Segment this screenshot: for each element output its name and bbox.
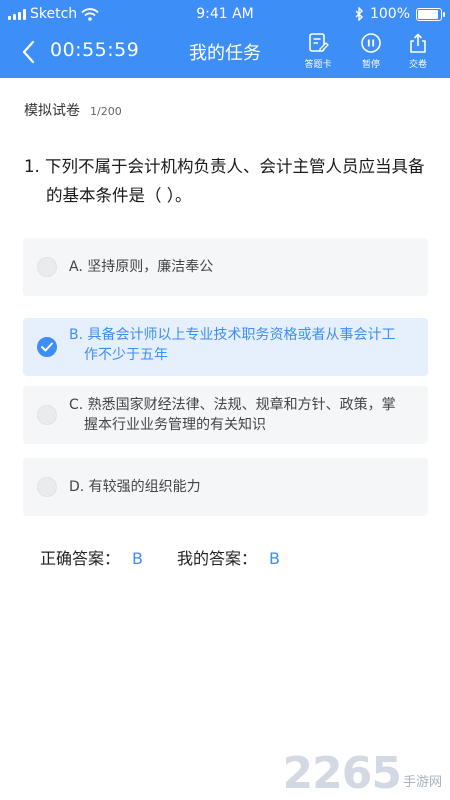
option-line: D. 有较强的组织能力 [69,479,201,495]
correct-answer-value: B [132,549,143,568]
my-answer: 我的答案： B [177,545,280,569]
option-a[interactable]: A. 坚持原则，廉洁奉公 [23,238,428,296]
checkmark-icon [37,337,57,357]
option-c[interactable]: C. 熟悉国家财经法律、法规、规章和方针、政策，掌 握本行业业务管理的有关知识 [23,386,428,444]
chevron-left-icon[interactable] [16,38,44,66]
option-text: B. 具备会计师以上专业技术职务资格或者从事会计工 作不少于五年 [69,325,406,365]
radio-unselected-icon [37,405,57,425]
page-title: 我的任务 [189,43,261,64]
answer-card-icon [309,33,329,52]
option-text: A. 坚持原则，廉洁奉公 [69,257,406,277]
exam-timer: 00:55:59 [50,39,140,61]
correct-answer-label: 正确答案： [40,549,121,568]
correct-answer: 正确答案： B [40,545,143,569]
pause-icon [361,33,381,53]
nav-bar: 00:55:59 我的任务 答题卡 暂停 交卷 [0,28,450,78]
watermark-number: 2265 [282,748,402,799]
question-line: 1. 下列不属于会计机构负责人、会计主管人员应当具备 [24,157,425,176]
status-bar: Sketch 9:41 AM 100% [0,0,450,28]
answer-card-label: 答题卡 [304,60,332,70]
option-d[interactable]: D. 有较强的组织能力 [23,458,428,516]
question-text: 1. 下列不属于会计机构负责人、会计主管人员应当具备 的基本条件是（ ）。 [24,152,434,210]
option-text: C. 熟悉国家财经法律、法规、规章和方针、政策，掌 握本行业业务管理的有关知识 [69,395,406,435]
option-line: A. 坚持原则，廉洁奉公 [69,259,214,275]
option-line: 握本行业业务管理的有关知识 [84,417,266,433]
radio-unselected-icon [37,257,57,277]
my-answer-label: 我的答案： [177,549,258,568]
battery-percent: 100% [369,6,410,22]
status-right: 100% [355,6,445,22]
exam-title: 模拟试卷 [24,103,80,119]
site-watermark: 2265 手游网 [283,752,442,796]
answer-summary: 正确答案： B 我的答案： B [40,545,314,569]
option-text: D. 有较强的组织能力 [69,477,406,497]
pause-label: 暂停 [361,60,380,70]
header: Sketch 9:41 AM 100% 00:55:59 我的任务 答题卡 暂停… [0,0,450,78]
option-line: C. 熟悉国家财经法律、法规、规章和方针、政策，掌 [69,397,396,413]
bluetooth-icon [355,7,363,21]
share-upload-icon [410,33,426,53]
submit-label: 交卷 [408,60,427,70]
my-answer-value: B [269,549,280,568]
question-line: 的基本条件是（ ）。 [46,186,192,205]
main-content: 模拟试卷 1/200 1. 下列不属于会计机构负责人、会计主管人员应当具备 的基本… [0,78,450,800]
pause-button[interactable]: 暂停 [349,32,393,70]
watermark-site: 手游网 [402,775,442,790]
option-line: 作不少于五年 [84,347,168,363]
exam-subheader: 模拟试卷 1/200 [24,100,122,120]
option-line: B. 具备会计师以上专业技术职务资格或者从事会计工 [69,327,396,343]
option-b[interactable]: B. 具备会计师以上专业技术职务资格或者从事会计工 作不少于五年 [23,318,428,376]
battery-icon [416,7,445,21]
answer-card-button[interactable]: 答题卡 [296,32,340,70]
radio-unselected-icon [37,477,57,497]
submit-button[interactable]: 交卷 [396,32,440,70]
question-progress: 1/200 [90,105,122,118]
